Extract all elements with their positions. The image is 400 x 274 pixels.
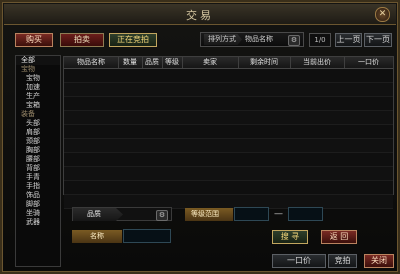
table-row[interactable] — [64, 69, 393, 83]
table-row[interactable] — [64, 181, 393, 195]
column-header-level[interactable]: 等级 — [162, 57, 183, 68]
sidebar-item-back[interactable]: 背部 — [16, 164, 60, 173]
table-row[interactable] — [64, 153, 393, 167]
range-separator: — — [274, 209, 283, 219]
column-header-current-bid[interactable]: 当前出价 — [290, 57, 345, 68]
grade-max-input[interactable] — [288, 207, 323, 221]
close-icon[interactable]: ✕ — [375, 7, 390, 22]
gear-icon[interactable]: ⚙ — [288, 35, 300, 46]
grade-range-label: 等级范围 — [185, 208, 233, 221]
page-indicator: 1/0 — [309, 33, 331, 47]
table-row[interactable] — [64, 125, 393, 139]
sidebar-item-equipment-category[interactable]: 装备 — [16, 110, 60, 119]
sidebar-item-chest-armor[interactable]: 胸部 — [16, 146, 60, 155]
title-bar[interactable]: 交易 ✕ — [4, 4, 396, 25]
bid-button[interactable]: 竞拍 — [328, 254, 357, 268]
column-header-item-name[interactable]: 物品名称 — [64, 57, 119, 68]
column-header-quality[interactable]: 品质 — [142, 57, 163, 68]
table-row[interactable] — [64, 97, 393, 111]
sidebar-item-mount[interactable]: 坐骑 — [16, 209, 60, 218]
sidebar-item-head[interactable]: 头部 — [16, 119, 60, 128]
column-header-quantity[interactable]: 数量 — [118, 57, 143, 68]
gear-icon[interactable]: ⚙ — [156, 210, 168, 221]
tab-bidding[interactable]: 正在竞拍 — [109, 33, 157, 47]
table-header: 物品名称 数量 品质 等级 卖家 剩余时间 当前出价 一口价 — [64, 57, 393, 69]
sort-dropdown[interactable]: 排列方式 物品名称 ⚙ — [200, 32, 304, 47]
window-title: 交易 — [186, 9, 214, 22]
sort-value: 物品名称 — [245, 35, 273, 43]
prev-page-button[interactable]: 上一页 — [335, 33, 362, 47]
sort-label: 排列方式 — [204, 34, 242, 45]
auction-table: 物品名称 数量 品质 等级 卖家 剩余时间 当前出价 一口价 — [63, 56, 394, 209]
sidebar-item-treasure-category[interactable]: 宝物 — [16, 65, 60, 74]
name-label: 名称 — [72, 230, 122, 243]
column-header-buyout[interactable]: 一口价 — [344, 57, 393, 68]
sidebar-item-all[interactable]: 全部 — [16, 56, 60, 65]
close-button[interactable]: 关闭 — [364, 254, 394, 268]
sidebar-item-treasure[interactable]: 宝物 — [16, 74, 60, 83]
sidebar-item-waist[interactable]: 腰部 — [16, 155, 60, 164]
sidebar-item-weapon[interactable]: 武器 — [16, 218, 60, 227]
buyout-button[interactable]: 一口价 — [272, 254, 326, 268]
trade-window: 交易 ✕ 购买 拍卖 正在竞拍 排列方式 物品名称 ⚙ 1/0 上一页 下一页 … — [0, 0, 400, 274]
sidebar-item-chest[interactable]: 宝箱 — [16, 101, 60, 110]
column-header-seller[interactable]: 卖家 — [182, 57, 239, 68]
sidebar-item-production[interactable]: 生产 — [16, 92, 60, 101]
sidebar-item-speedup[interactable]: 加速 — [16, 83, 60, 92]
sidebar-item-hands[interactable]: 手青 — [16, 173, 60, 182]
search-button[interactable]: 搜 寻 — [272, 230, 308, 244]
tab-buy[interactable]: 购买 — [15, 33, 53, 47]
back-button[interactable]: 返 回 — [321, 230, 357, 244]
table-body — [64, 69, 393, 209]
table-row[interactable] — [64, 139, 393, 153]
grade-min-input[interactable] — [234, 207, 269, 221]
sidebar-item-accessory[interactable]: 饰品 — [16, 191, 60, 200]
sidebar-item-shoulder[interactable]: 肩部 — [16, 128, 60, 137]
category-sidebar[interactable]: 全部 宝物 宝物 加速 生产 宝箱 装备 头部 肩部 颈部 胸部 腰部 背部 手… — [15, 55, 61, 267]
table-row[interactable] — [64, 111, 393, 125]
tab-auction[interactable]: 拍卖 — [60, 33, 104, 47]
quality-label: 品质 — [73, 208, 123, 221]
table-row[interactable] — [64, 83, 393, 97]
next-page-button[interactable]: 下一页 — [364, 33, 392, 47]
column-header-time-left[interactable]: 剩余时间 — [238, 57, 291, 68]
name-input[interactable] — [123, 229, 171, 243]
table-row[interactable] — [64, 167, 393, 181]
sidebar-item-neck[interactable]: 颈部 — [16, 137, 60, 146]
sidebar-item-finger[interactable]: 手指 — [16, 182, 60, 191]
sidebar-item-feet[interactable]: 脚部 — [16, 200, 60, 209]
